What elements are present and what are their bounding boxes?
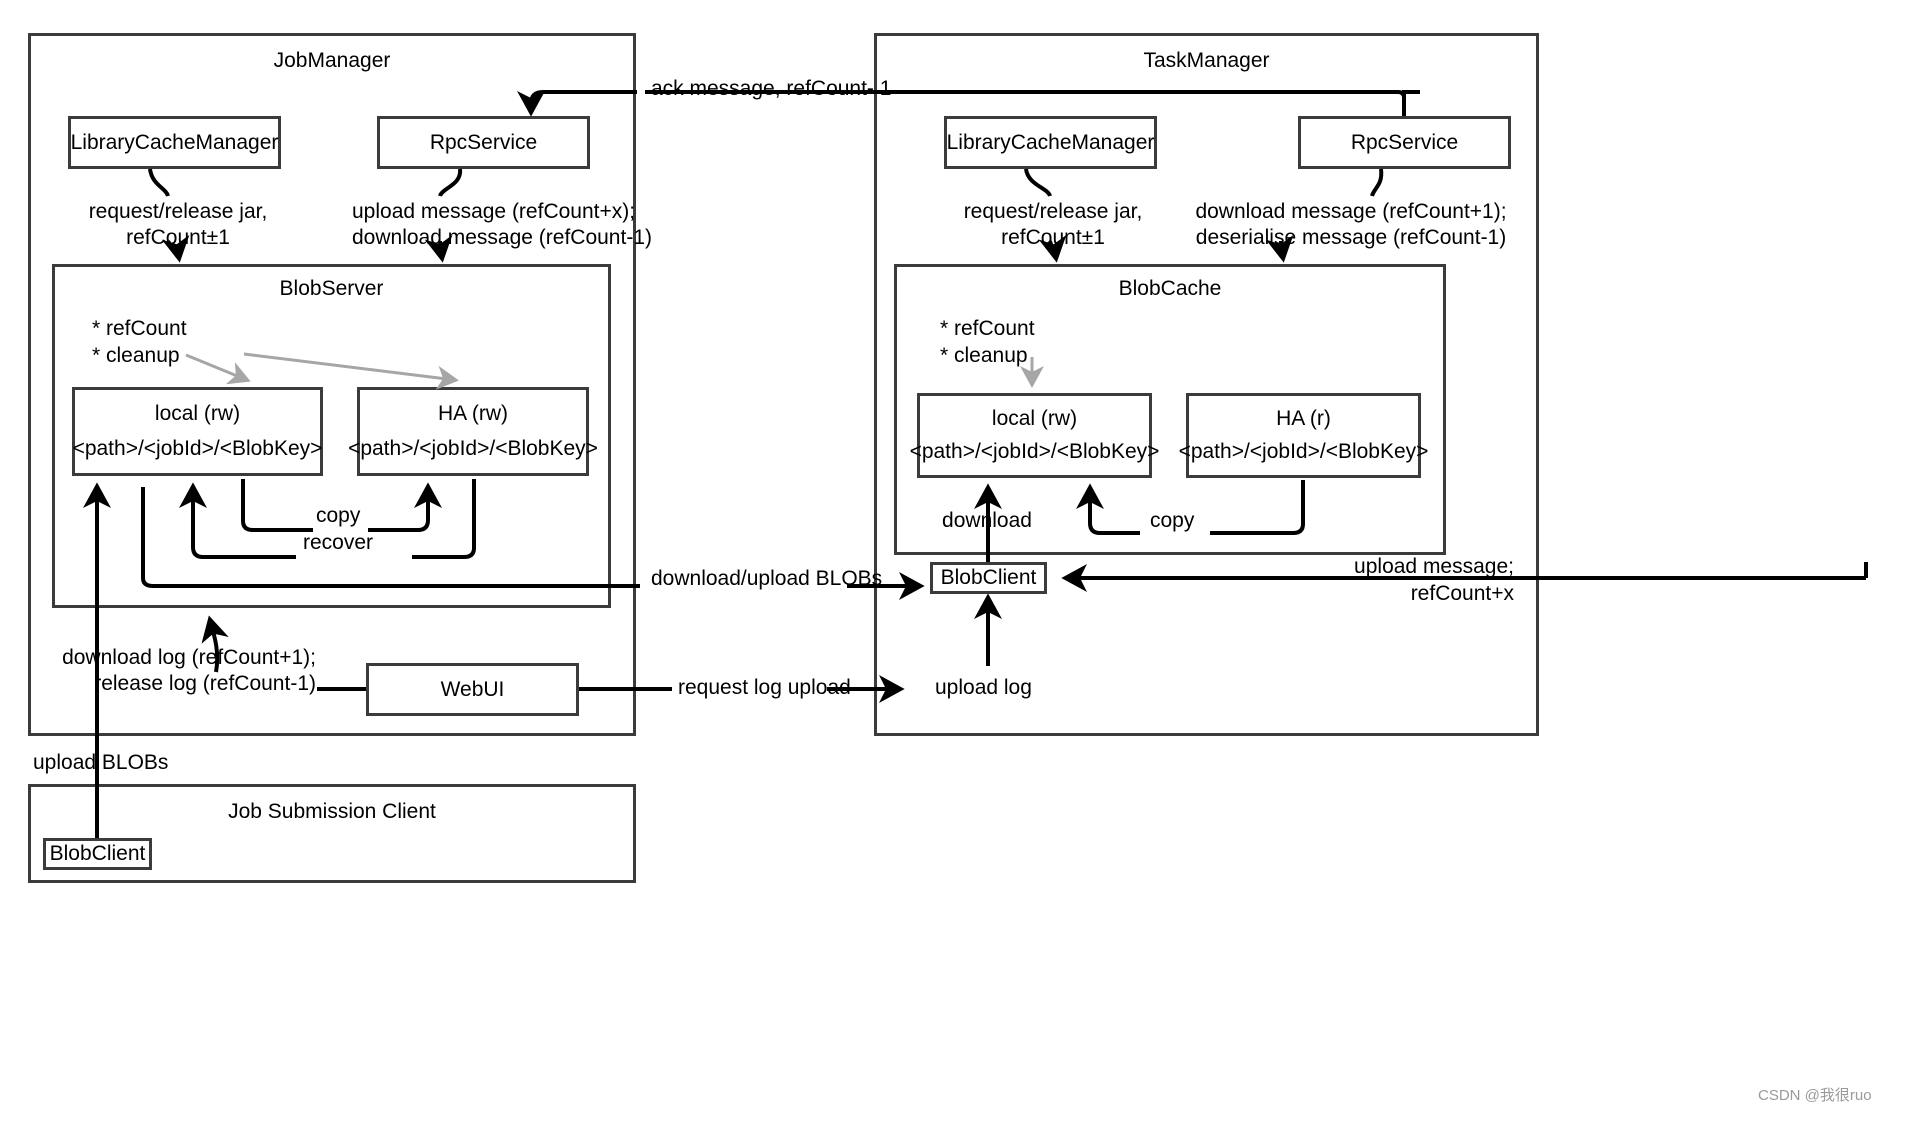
tm-ha-store-title: HA (r) <box>1276 406 1331 430</box>
jm-local-store-path: <path>/<jobId>/<BlobKey> <box>72 437 323 461</box>
ack-message-label: ack message, refCount- 1 <box>651 77 892 100</box>
jm-rpc-edge-label: upload message (refCount+x); download me… <box>352 200 652 250</box>
jm-library-cache-manager-label: LibraryCacheManager <box>70 130 279 154</box>
jm-upload-blobs-label: upload BLOBs <box>33 751 169 774</box>
tm-rpc-service[interactable]: RpcService <box>1298 116 1511 169</box>
jm-webui[interactable]: WebUI <box>366 663 579 716</box>
request-log-upload-label: request log upload <box>678 676 851 699</box>
blob-server-label: BlobServer <box>279 277 384 300</box>
tm-local-store-path: <path>/<jobId>/<BlobKey> <box>909 440 1160 464</box>
jsc-blob-client[interactable]: BlobClient <box>43 838 152 870</box>
jsc-blob-client-label: BlobClient <box>49 842 146 865</box>
tm-ha-store-path: <path>/<jobId>/<BlobKey> <box>1178 440 1429 464</box>
tm-ha-store[interactable]: HA (r) <path>/<jobId>/<BlobKey> <box>1179 393 1428 478</box>
diagram-canvas: JobManager TaskManager Job Submission Cl… <box>0 0 1928 1122</box>
download-upload-blobs-label: download/upload BLOBs <box>651 567 883 590</box>
tm-lcm-edge-label: request/release jar, refCount±1 <box>963 200 1143 250</box>
jm-recover-label: recover <box>303 531 374 554</box>
tm-library-cache-manager-label: LibraryCacheManager <box>946 130 1155 154</box>
task-manager-label: TaskManager <box>1143 49 1270 72</box>
tm-blob-client-label: BlobClient <box>940 566 1037 589</box>
jm-rpc-service[interactable]: RpcService <box>377 116 590 169</box>
jm-ha-store-title: HA (rw) <box>438 401 508 425</box>
tm-local-store-title: local (rw) <box>991 406 1078 430</box>
jm-ha-store-path: <path>/<jobId>/<BlobKey> <box>348 437 598 461</box>
tm-upload-log-label: upload log <box>935 676 1032 699</box>
jm-webui-edge-label: download log (refCount+1); release log (… <box>62 646 316 696</box>
job-submission-client-label: Job Submission Client <box>228 800 436 823</box>
jm-webui-label: WebUI <box>440 677 505 701</box>
tm-rpc-service-label: RpcService <box>1350 130 1459 154</box>
blob-cache-label: BlobCache <box>1118 277 1222 300</box>
tm-download-label: download <box>942 509 1032 532</box>
jm-library-cache-manager[interactable]: LibraryCacheManager <box>68 116 281 169</box>
jm-rpc-service-label: RpcService <box>429 130 538 154</box>
tm-library-cache-manager[interactable]: LibraryCacheManager <box>944 116 1157 169</box>
jm-lcm-edge-label: request/release jar, refCount±1 <box>88 200 268 250</box>
jm-copy-label: copy <box>316 504 361 527</box>
jm-local-store-title: local (rw) <box>154 401 241 425</box>
tm-rpc-edge-label: download message (refCount+1); deseriali… <box>1195 200 1507 250</box>
tm-local-store[interactable]: local (rw) <path>/<jobId>/<BlobKey> <box>910 393 1159 478</box>
blob-cache-bullets: * refCount * cleanup <box>940 317 1035 368</box>
jm-local-store[interactable]: local (rw) <path>/<jobId>/<BlobKey> <box>72 387 323 476</box>
job-manager-label: JobManager <box>273 49 391 72</box>
jm-ha-store[interactable]: HA (rw) <path>/<jobId>/<BlobKey> <box>348 387 598 476</box>
watermark: CSDN @我很ruo <box>1758 1087 1872 1104</box>
blob-server-bullets: * refCount * cleanup <box>92 317 187 368</box>
tm-copy-label: copy <box>1150 509 1195 532</box>
tm-upload-message-label: upload message; refCount+x <box>1354 555 1514 606</box>
tm-blob-client[interactable]: BlobClient <box>930 562 1047 594</box>
